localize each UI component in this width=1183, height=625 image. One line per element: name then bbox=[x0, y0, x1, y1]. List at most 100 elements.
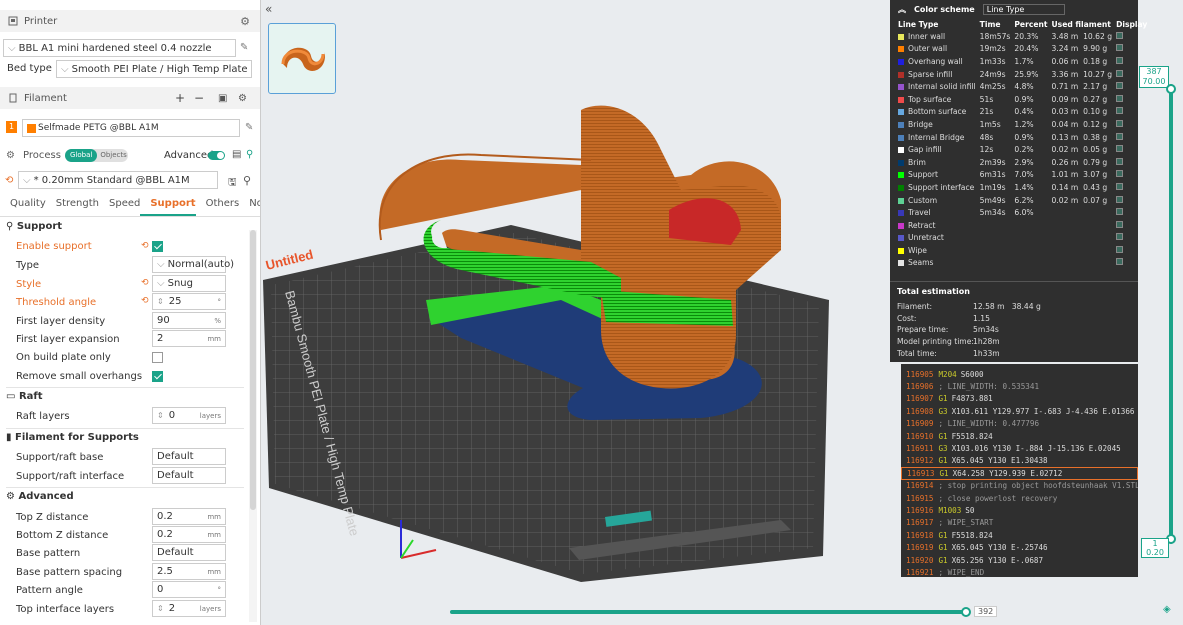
legend-row[interactable]: Top surface 51s 0.9% 0.09 m 0.27 g bbox=[896, 93, 1149, 106]
preset-reset-icon[interactable]: ⟲ bbox=[5, 175, 13, 186]
filament-edit-icon[interactable]: ✎ bbox=[245, 122, 253, 133]
printer-select[interactable]: ⌵ BBL A1 mini hardened steel 0.4 nozzle bbox=[3, 39, 236, 57]
filament-sync-icon[interactable]: ⚙ bbox=[238, 93, 247, 104]
bp-select[interactable]: Default bbox=[152, 544, 226, 561]
filament-settings-icon[interactable]: ▣ bbox=[218, 93, 227, 104]
process-preset-select[interactable]: ⌵ * 0.20mm Standard @BBL A1M bbox=[18, 171, 218, 189]
edit-icon[interactable]: ✎ bbox=[240, 42, 248, 53]
tab-support[interactable]: Support bbox=[140, 198, 196, 216]
gcode-line[interactable]: 116919 G1 X65.045 Y130 E-.25746 bbox=[901, 541, 1138, 553]
legend-row[interactable]: Unretract bbox=[896, 232, 1149, 245]
gcode-line[interactable]: 116906 ; LINE_WIDTH: 0.535341 bbox=[901, 380, 1138, 392]
display-checkbox[interactable] bbox=[1116, 170, 1124, 178]
legend-row[interactable]: Gap infill 12s 0.2% 0.02 m 0.05 g bbox=[896, 143, 1149, 156]
layer-slider-top-thumb[interactable] bbox=[1166, 84, 1176, 94]
legend-row[interactable]: Support 6m31s 7.0% 1.01 m 3.07 g bbox=[896, 169, 1149, 182]
save-preset-icon[interactable]: 🖫 bbox=[228, 175, 237, 192]
gcode-line[interactable]: 116918 G1 F5518.824 bbox=[901, 529, 1138, 541]
gcode-line[interactable]: 116907 G1 F4873.881 bbox=[901, 393, 1138, 405]
gcode-line[interactable]: 116905 M204 S6000 bbox=[901, 368, 1138, 380]
fld-input[interactable]: 90% bbox=[152, 312, 226, 329]
objects-tab[interactable]: Objects bbox=[97, 149, 129, 162]
legend-row[interactable]: Overhang wall 1m33s 1.7% 0.06 m 0.18 g bbox=[896, 55, 1149, 68]
display-checkbox[interactable] bbox=[1116, 107, 1124, 115]
enable-support-reset-icon[interactable]: ⟲ bbox=[141, 241, 149, 251]
botz-input[interactable]: 0.2 mm bbox=[152, 526, 226, 543]
legend-row[interactable]: Inner wall 18m57s 20.3% 3.48 m 10.62 g bbox=[896, 30, 1149, 43]
display-checkbox[interactable] bbox=[1116, 69, 1124, 77]
type-select[interactable]: ⌵ Normal(auto) bbox=[152, 256, 234, 273]
gcode-line[interactable]: 116917 ; WIPE_START bbox=[901, 517, 1138, 529]
fle-input[interactable]: 2 mm bbox=[152, 330, 226, 347]
tab-speed[interactable]: Speed bbox=[99, 198, 140, 216]
legend-row[interactable]: Retract bbox=[896, 219, 1149, 232]
support-base-select[interactable]: Default bbox=[152, 448, 226, 465]
display-checkbox[interactable] bbox=[1116, 56, 1124, 64]
layer-slider-track[interactable] bbox=[1169, 84, 1173, 544]
gcode-line[interactable]: 116909 ; LINE_WIDTH: 0.477796 bbox=[901, 418, 1138, 430]
search-icon[interactable]: ⚲ bbox=[243, 174, 251, 187]
legend-row[interactable]: Internal solid infill 4m25s 4.8% 0.71 m … bbox=[896, 80, 1149, 93]
tab-quality[interactable]: Quality bbox=[0, 198, 46, 216]
legend-row[interactable]: Bridge 1m5s 1.2% 0.04 m 0.12 g bbox=[896, 118, 1149, 131]
bed-type-select[interactable]: ⌵ Smooth PEI Plate / High Temp Plate bbox=[56, 60, 252, 78]
style-reset-icon[interactable]: ⟲ bbox=[141, 278, 149, 288]
display-checkbox[interactable] bbox=[1116, 31, 1124, 39]
legend-row[interactable]: Seams bbox=[896, 257, 1149, 270]
gcode-line[interactable]: 116913 G1 X64.258 Y129.939 E.02712 bbox=[901, 467, 1138, 480]
display-checkbox[interactable] bbox=[1116, 258, 1124, 266]
bps-input[interactable]: 2.5 mm bbox=[152, 563, 226, 580]
display-checkbox[interactable] bbox=[1116, 44, 1124, 52]
global-tab[interactable]: Global bbox=[65, 149, 98, 162]
display-checkbox[interactable] bbox=[1116, 82, 1124, 90]
display-checkbox[interactable] bbox=[1116, 157, 1124, 165]
advanced-toggle[interactable] bbox=[208, 151, 225, 160]
display-checkbox[interactable] bbox=[1116, 220, 1124, 228]
move-slider-track[interactable] bbox=[450, 610, 965, 614]
legend-row[interactable]: Custom 5m49s 6.2% 0.02 m 0.07 g bbox=[896, 194, 1149, 207]
enable-support-checkbox[interactable] bbox=[152, 241, 163, 252]
collapse-legend-icon[interactable]: ︽ bbox=[898, 4, 906, 15]
legend-row[interactable]: Travel 5m34s 6.0% bbox=[896, 206, 1149, 219]
gcode-line[interactable]: 116916 M1003 S0 bbox=[901, 504, 1138, 516]
gear-icon[interactable]: ⚙ bbox=[240, 15, 250, 28]
legend-row[interactable]: Sparse infill 24m9s 25.9% 3.36 m 10.27 g bbox=[896, 68, 1149, 81]
move-slider-thumb[interactable] bbox=[961, 607, 971, 617]
gcode-line[interactable]: 116910 G1 F5518.824 bbox=[901, 430, 1138, 442]
tab-others[interactable]: Others bbox=[196, 198, 240, 216]
display-checkbox[interactable] bbox=[1116, 245, 1124, 253]
display-checkbox[interactable] bbox=[1116, 208, 1124, 216]
gcode-line[interactable]: 116921 ; WIPE_END bbox=[901, 566, 1138, 578]
tab-strength[interactable]: Strength bbox=[46, 198, 99, 216]
display-checkbox[interactable] bbox=[1116, 233, 1124, 241]
scrollbar-thumb[interactable] bbox=[250, 230, 256, 510]
threshold-reset-icon[interactable]: ⟲ bbox=[141, 296, 149, 306]
filament-select[interactable]: Selfmade PETG @BBL A1M bbox=[22, 119, 240, 137]
display-checkbox[interactable] bbox=[1116, 94, 1124, 102]
color-scheme-select[interactable]: Line Type bbox=[982, 4, 1066, 15]
layers-icon[interactable]: ◈ bbox=[1163, 604, 1171, 615]
filament-index-badge[interactable]: 1 bbox=[6, 121, 17, 133]
legend-row[interactable]: Outer wall 19m2s 20.4% 3.24 m 9.90 g bbox=[896, 43, 1149, 56]
til-input[interactable]: ⇕ 2 layers bbox=[152, 600, 226, 617]
support-interface-select[interactable]: Default bbox=[152, 467, 226, 484]
style-select[interactable]: ⌵ Snug bbox=[152, 275, 226, 292]
legend-row[interactable]: Internal Bridge 48s 0.9% 0.13 m 0.38 g bbox=[896, 131, 1149, 144]
gcode-line[interactable]: 116915 ; close powerlost recovery bbox=[901, 492, 1138, 504]
display-checkbox[interactable] bbox=[1116, 132, 1124, 140]
legend-row[interactable]: Support interface 1m19s 1.4% 0.14 m 0.43… bbox=[896, 181, 1149, 194]
raft-layers-input[interactable]: ⇕ 0 layers bbox=[152, 407, 226, 424]
display-checkbox[interactable] bbox=[1116, 195, 1124, 203]
obp-checkbox[interactable] bbox=[152, 352, 163, 363]
gcode-line[interactable]: 116911 G3 X103.016 Y130 I-.884 J-15.136 E.… bbox=[901, 442, 1138, 454]
threshold-input[interactable]: ⇕ 25 ° bbox=[152, 293, 226, 310]
legend-row[interactable]: Wipe bbox=[896, 244, 1149, 257]
remove-filament-icon[interactable]: − bbox=[194, 91, 204, 105]
legend-row[interactable]: Bottom surface 21s 0.4% 0.03 m 0.10 g bbox=[896, 106, 1149, 119]
add-filament-icon[interactable]: + bbox=[175, 91, 185, 105]
gcode-line[interactable]: 116920 G1 X65.256 Y130 E-.0687 bbox=[901, 554, 1138, 566]
gcode-line[interactable]: 116912 G1 X65.045 Y130 E1.30438 bbox=[901, 455, 1138, 467]
topz-input[interactable]: 0.2 mm bbox=[152, 508, 226, 525]
gcode-line[interactable]: 116908 G3 X103.611 Y129.977 I-.683 J-4.436… bbox=[901, 405, 1138, 417]
pa-input[interactable]: 0 ° bbox=[152, 581, 226, 598]
